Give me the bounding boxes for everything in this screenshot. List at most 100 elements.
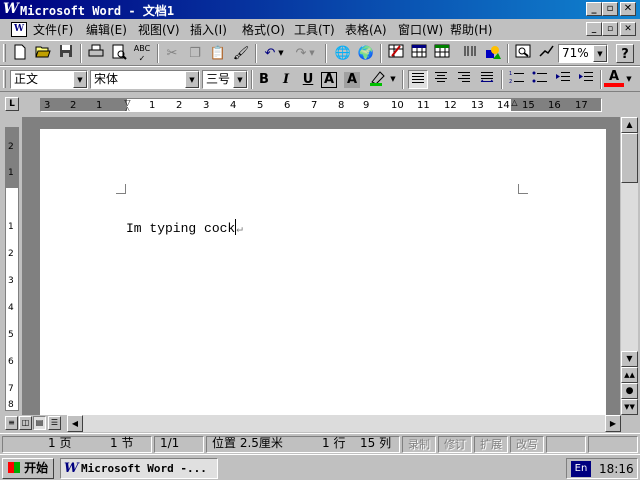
vertical-scrollbar[interactable]: ▲ ▼ ▲▲ ● ▼▼ (621, 117, 638, 415)
document-page[interactable]: Im typing cock↵ (40, 129, 606, 415)
scroll-left-icon[interactable]: ◀ (67, 415, 83, 432)
scroll-right-icon[interactable]: ▶ (605, 415, 621, 432)
doc-restore-button[interactable]: ▫ (602, 22, 618, 36)
menu-file[interactable]: 文件(F) (33, 22, 73, 38)
spelling-check-icon[interactable]: ABC ✓ (132, 44, 152, 63)
next-page-icon[interactable]: ▼▼ (621, 399, 638, 415)
doc-minimize-button[interactable]: _ (586, 22, 602, 36)
help-button[interactable]: ? (616, 44, 634, 63)
status-extend[interactable]: 扩展 (474, 436, 508, 453)
font-color-dropdown-icon[interactable]: ▼ (624, 70, 634, 89)
vertical-scroll-thumb[interactable] (621, 133, 638, 183)
ruler-number: 12 (444, 100, 457, 111)
web-view-icon[interactable]: ◫ (19, 416, 32, 430)
status-track-changes[interactable]: 修订 (438, 436, 472, 453)
status-overtype[interactable]: 改写 (510, 436, 544, 453)
input-method-indicator[interactable]: En (571, 461, 591, 477)
print-icon[interactable] (86, 44, 106, 63)
first-line-indent-marker[interactable]: ▽ △ (123, 99, 132, 111)
outline-view-icon[interactable]: ☰ (48, 416, 61, 430)
distributed-align-icon[interactable] (477, 70, 497, 89)
insert-hyperlink-icon[interactable]: 🌐 (333, 44, 353, 63)
doc-close-button[interactable]: ✕ (620, 22, 636, 36)
increase-indent-icon[interactable] (576, 70, 596, 89)
paste-icon[interactable]: 📋 (208, 44, 228, 63)
taskbar-word-label: Microsoft Word -... (81, 462, 207, 475)
font-select[interactable]: 宋体 ▼ (90, 70, 200, 89)
zoom-select[interactable]: 71% ▼ (558, 44, 608, 63)
title-bar: W Microsoft Word - 文档1 _ ▫ ✕ (0, 0, 640, 19)
document-icon[interactable]: W (11, 22, 27, 37)
drawing-icon[interactable] (483, 44, 503, 63)
menu-table[interactable]: 表格(A) (345, 22, 387, 38)
toolbar-grip[interactable] (3, 44, 6, 62)
format-painter-icon[interactable]: 🖌 (231, 44, 251, 63)
bold-button[interactable]: B (254, 70, 274, 89)
chevron-down-icon[interactable]: ▼ (185, 71, 199, 88)
taskbar-clock[interactable]: 18:16 (599, 461, 634, 477)
print-preview-icon[interactable] (109, 44, 129, 63)
vruler-number: 7 (8, 384, 14, 394)
chevron-down-icon[interactable]: ▼ (593, 45, 607, 62)
redo-dropdown-icon[interactable]: ▼ (307, 44, 317, 63)
tables-borders-icon[interactable] (386, 44, 406, 63)
right-indent-marker[interactable]: △ (510, 99, 519, 111)
menu-window[interactable]: 窗口(W) (398, 22, 443, 38)
menu-view[interactable]: 视图(V) (138, 22, 180, 38)
word-app-icon[interactable]: W (3, 2, 19, 17)
bullet-list-icon[interactable] (530, 70, 550, 89)
underline-button[interactable]: U (298, 70, 318, 89)
align-justify-icon[interactable] (408, 70, 428, 89)
menu-insert[interactable]: 插入(I) (190, 22, 227, 38)
web-toolbar-icon[interactable]: 🌍 (356, 44, 376, 63)
open-folder-icon[interactable] (33, 44, 53, 63)
maximize-window-button[interactable]: ▫ (602, 2, 618, 16)
windows-logo-icon (7, 462, 20, 473)
toolbar-grip[interactable] (3, 70, 6, 88)
previous-page-icon[interactable]: ▲▲ (621, 367, 638, 383)
cut-icon[interactable]: ✂ (162, 44, 182, 63)
scroll-up-icon[interactable]: ▲ (621, 117, 638, 133)
horizontal-ruler[interactable]: 3 2 1 ▽ △ 1 2 3 4 5 6 7 8 9 10 11 12 13 1… (40, 98, 602, 112)
align-center-icon[interactable] (431, 70, 451, 89)
numbered-list-icon[interactable]: 12 (507, 70, 527, 89)
close-window-button[interactable]: ✕ (620, 2, 636, 16)
minimize-window-button[interactable]: _ (586, 2, 602, 16)
decrease-indent-icon[interactable] (553, 70, 573, 89)
align-right-icon[interactable] (454, 70, 474, 89)
insert-excel-icon[interactable] (432, 44, 452, 63)
tab-selector-button[interactable]: L (5, 97, 19, 111)
character-border-button[interactable]: A (321, 72, 337, 88)
page-view-icon[interactable]: ▤ (33, 416, 46, 430)
show-hide-marks-icon[interactable] (536, 44, 556, 63)
normal-view-icon[interactable]: ≡ (5, 416, 18, 430)
taskbar-word-button[interactable]: W Microsoft Word -... (60, 458, 218, 479)
document-text-line[interactable]: Im typing cock↵ (126, 219, 243, 236)
menu-help[interactable]: 帮助(H) (450, 22, 492, 38)
start-button[interactable]: 开始 (2, 458, 54, 479)
undo-dropdown-icon[interactable]: ▼ (276, 44, 286, 63)
status-record[interactable]: 录制 (402, 436, 436, 453)
menu-format[interactable]: 格式(O) (242, 22, 285, 38)
style-select[interactable]: 正文 ▼ (10, 70, 88, 89)
select-browse-object-icon[interactable]: ● (621, 383, 638, 399)
horizontal-scrollbar[interactable]: ◀ ▶ (67, 415, 621, 432)
new-document-icon[interactable] (10, 44, 30, 63)
highlight-icon[interactable] (368, 70, 388, 89)
document-map-icon[interactable] (513, 44, 533, 63)
character-shading-button[interactable]: A (344, 72, 360, 88)
menu-tools[interactable]: 工具(T) (294, 22, 335, 38)
save-icon[interactable] (56, 44, 76, 63)
columns-icon[interactable] (460, 44, 480, 63)
chevron-down-icon[interactable]: ▼ (233, 71, 247, 88)
vertical-ruler[interactable]: 2 1 1 2 3 4 5 6 7 8 (5, 127, 19, 411)
insert-table-icon[interactable] (409, 44, 429, 63)
copy-icon[interactable]: ❐ (185, 44, 205, 63)
italic-button[interactable]: I (276, 70, 296, 89)
chevron-down-icon[interactable]: ▼ (73, 71, 87, 88)
highlight-dropdown-icon[interactable]: ▼ (388, 70, 398, 89)
font-color-button[interactable]: A (604, 70, 624, 87)
menu-edit[interactable]: 编辑(E) (86, 22, 127, 38)
scroll-down-icon[interactable]: ▼ (621, 351, 638, 367)
font-size-select[interactable]: 三号 ▼ (202, 70, 248, 89)
